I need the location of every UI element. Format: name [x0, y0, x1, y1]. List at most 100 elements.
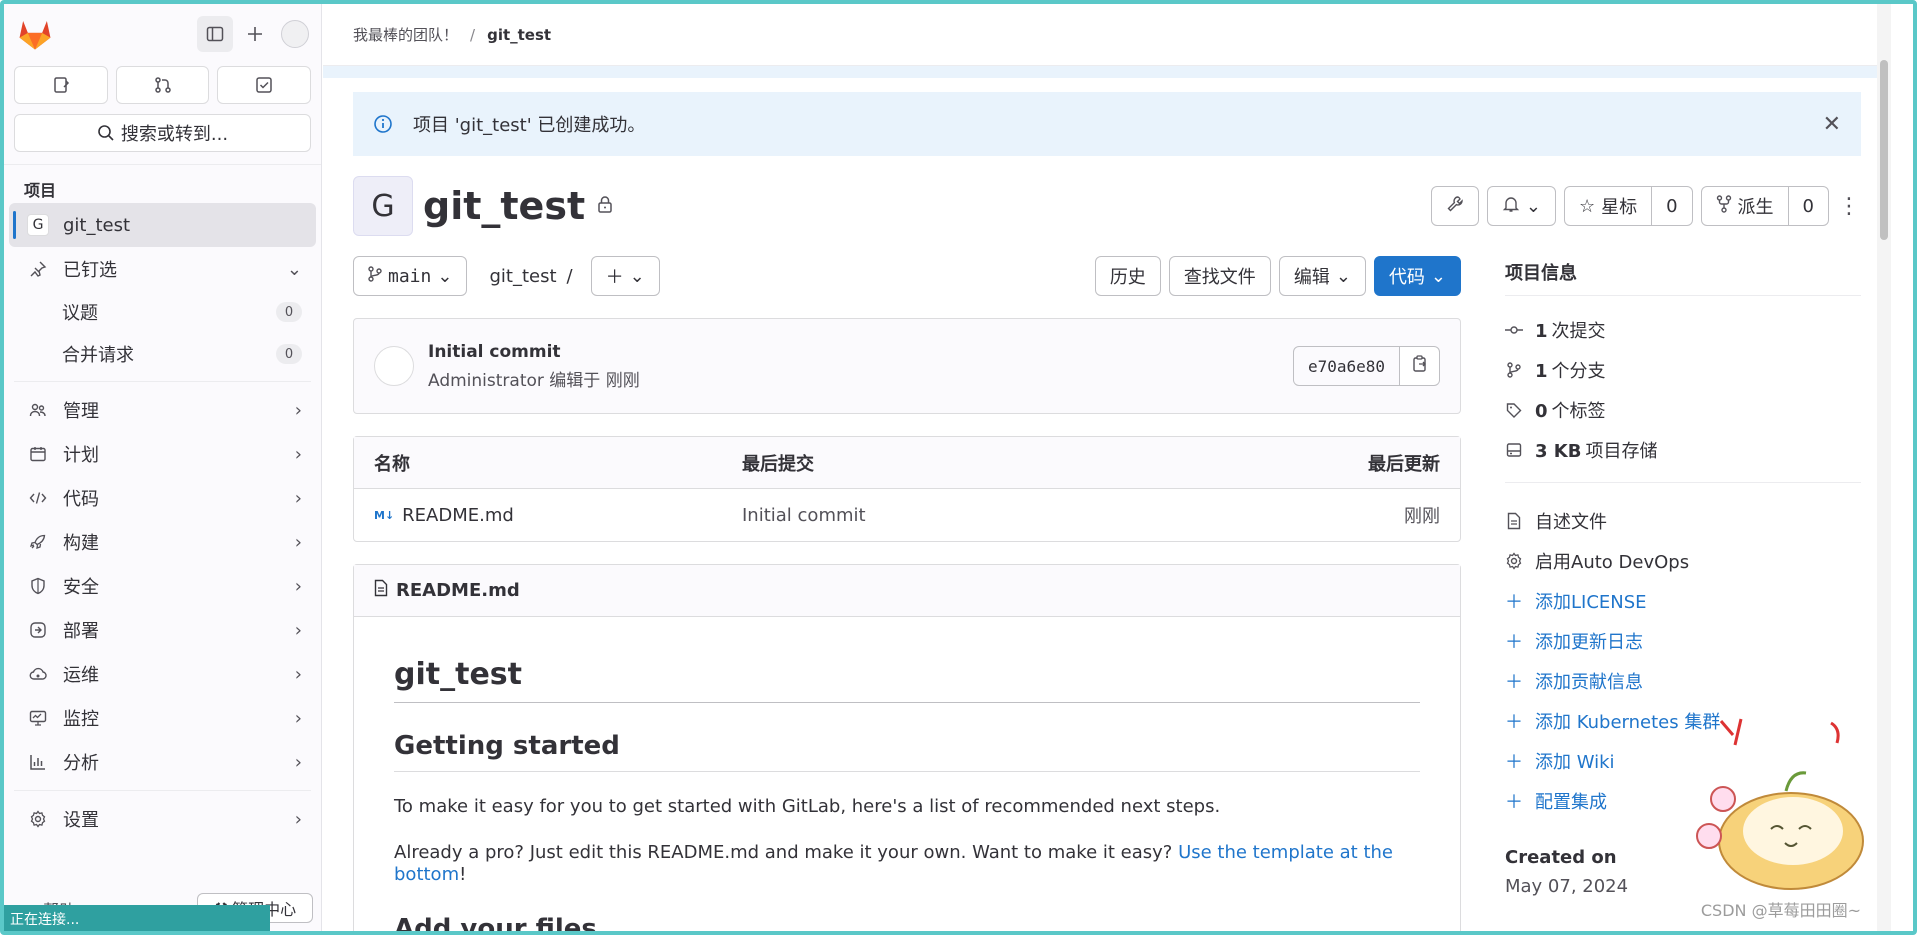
stat-label: 次提交 — [1551, 321, 1606, 342]
find-file-button[interactable]: 查找文件 — [1168, 256, 1271, 296]
sidebar-item-code[interactable]: 代码 › — [9, 476, 316, 520]
issues-shortcut[interactable] — [14, 66, 108, 104]
stat-storage[interactable]: 3 KB 项目存储 — [1505, 430, 1861, 470]
auto-devops-action[interactable]: 启用Auto DevOps — [1505, 541, 1861, 581]
repo-path-root[interactable]: git_test — [489, 266, 556, 287]
stat-number: 0 — [1535, 401, 1548, 422]
sidebar-item-issues[interactable]: 议题 0 — [9, 291, 316, 333]
wrench-icon — [1446, 195, 1464, 218]
stat-tags[interactable]: 0 个标签 — [1505, 390, 1861, 430]
commit-title[interactable]: Initial commit — [428, 342, 1293, 362]
branch-selector[interactable]: main ⌄ — [353, 256, 468, 296]
gitlab-logo[interactable] — [16, 15, 54, 53]
merge-requests-shortcut[interactable] — [115, 66, 210, 104]
stat-commits[interactable]: 1 次提交 — [1505, 310, 1861, 350]
pin-icon — [27, 258, 49, 280]
shield-icon — [27, 575, 49, 597]
add-license-link[interactable]: ＋ 添加LICENSE — [1505, 581, 1861, 621]
commit-sha[interactable]: e70a6e80 — [1292, 346, 1400, 386]
chevron-down-icon: ⌄ — [437, 265, 453, 287]
settings-wrench-button[interactable] — [1430, 186, 1479, 226]
star-count[interactable]: 0 — [1652, 186, 1693, 226]
chevron-down-icon: ⌄ — [1430, 265, 1446, 287]
sidebar-item-monitor[interactable]: 监控 › — [9, 696, 316, 740]
users-icon — [27, 399, 49, 421]
gear-icon — [27, 808, 49, 830]
chevron-right-icon: › — [294, 707, 302, 729]
sticker-image — [1696, 718, 1864, 890]
sidebar-item-merge-requests[interactable]: 合并请求 0 — [9, 333, 316, 375]
close-icon[interactable]: ✕ — [1823, 112, 1841, 137]
todos-shortcut[interactable] — [217, 66, 312, 104]
sidebar-item-label: 已钉选 — [63, 260, 117, 281]
sidebar-item-security[interactable]: 安全 › — [9, 564, 316, 608]
add-changelog-link[interactable]: ＋ 添加更新日志 — [1505, 621, 1861, 661]
commit-time: 编辑于 刚刚 — [549, 370, 640, 391]
readme-action[interactable]: 自述文件 — [1505, 501, 1861, 541]
breadcrumb-group[interactable]: 我最棒的团队！ — [353, 24, 458, 45]
readme-paragraph: Already a pro? Just edit this README.md … — [394, 842, 1420, 886]
copy-sha-button[interactable] — [1400, 346, 1440, 386]
sidebar-item-label: 管理 — [63, 401, 99, 422]
project-header: G git_test ⌄ ☆ 星标 0 派生 0 ⋮ — [353, 176, 1861, 236]
scrollbar-thumb[interactable] — [1880, 60, 1888, 240]
sidebar-item-analyze[interactable]: 分析 › — [9, 740, 316, 784]
add-to-tree-dropdown[interactable]: ＋ ⌄ — [590, 256, 660, 296]
stat-branches[interactable]: 1 个分支 — [1505, 350, 1861, 390]
sidebar-item-operate[interactable]: 运维 › — [9, 652, 316, 696]
copy-icon — [1412, 354, 1428, 378]
chart-icon — [27, 751, 49, 773]
file-last-commit[interactable]: Initial commit — [742, 505, 1240, 526]
merge-request-icon — [154, 77, 171, 93]
count-badge: 0 — [276, 344, 302, 364]
main-content: 我最棒的团队！ / git_test 项目 'git_test' 已创建成功。 … — [323, 4, 1891, 931]
monitor-icon — [27, 707, 49, 729]
scrollbar[interactable] — [1877, 4, 1891, 931]
commit-author[interactable]: Administrator — [428, 371, 544, 391]
table-row[interactable]: M↓ README.md Initial commit 刚刚 — [354, 489, 1460, 541]
star-button[interactable]: ☆ 星标 — [1563, 186, 1653, 226]
edit-dropdown[interactable]: 编辑 ⌄ — [1278, 256, 1366, 296]
repo-toolbar: main ⌄ git_test / ＋ ⌄ 历史 查找文件 编辑 ⌄ 代码 ⌄ — [353, 256, 1461, 296]
breadcrumb-project[interactable]: git_test — [487, 26, 551, 44]
sidebar-item-pinned[interactable]: 已钉选 ⌄ — [9, 247, 316, 291]
code-dropdown[interactable]: 代码 ⌄ — [1373, 256, 1461, 296]
action-label: 启用Auto DevOps — [1535, 552, 1690, 573]
fork-count[interactable]: 0 — [1788, 186, 1829, 226]
history-button[interactable]: 历史 — [1094, 256, 1161, 296]
link-label: 添加贡献信息 — [1535, 672, 1643, 693]
chevron-right-icon: › — [294, 531, 302, 553]
sidebar-toggle-icon[interactable] — [197, 16, 233, 52]
chevron-right-icon: › — [294, 619, 302, 641]
sidebar-item-plan[interactable]: 计划 › — [9, 432, 316, 476]
fork-button[interactable]: 派生 — [1700, 186, 1789, 226]
add-contributing-link[interactable]: ＋ 添加贡献信息 — [1505, 661, 1861, 701]
user-avatar[interactable] — [281, 20, 309, 48]
sidebar-item-build[interactable]: 构建 › — [9, 520, 316, 564]
readme-text: Already a pro? Just edit this README.md … — [394, 842, 1179, 863]
search-button[interactable]: 搜索或转到... — [14, 114, 311, 152]
file-name[interactable]: README.md — [402, 505, 514, 526]
last-commit: Initial commit Administrator 编辑于 刚刚 e70a… — [353, 318, 1461, 414]
doc-icon — [1505, 512, 1523, 530]
avatar[interactable] — [374, 346, 414, 386]
readme-filename[interactable]: README.md — [396, 580, 520, 601]
star-label: 星标 — [1601, 197, 1638, 218]
notification-dropdown[interactable]: ⌄ — [1486, 186, 1556, 226]
readme-h2-getting-started: Getting started — [394, 703, 1420, 772]
tag-icon — [1505, 402, 1523, 418]
stat-number: 1 — [1535, 321, 1548, 342]
sidebar-item-deploy[interactable]: 部署 › — [9, 608, 316, 652]
issues-icon — [54, 77, 69, 93]
commit-info: Initial commit Administrator 编辑于 刚刚 — [428, 342, 1293, 391]
page-title: git_test — [423, 184, 586, 228]
readme-text: ! — [459, 864, 467, 885]
alert-message: 项目 'git_test' 已创建成功。 — [413, 115, 646, 136]
more-actions-icon[interactable]: ⋮ — [1837, 194, 1861, 219]
sidebar-item-project[interactable]: G git_test — [9, 203, 316, 247]
sidebar-item-manage[interactable]: 管理 › — [9, 388, 316, 432]
create-new-icon[interactable] — [237, 16, 273, 52]
sidebar-item-settings[interactable]: 设置 › — [9, 797, 316, 841]
plus-icon: ＋ — [1505, 712, 1523, 733]
plus-icon: ＋ — [1505, 632, 1523, 653]
